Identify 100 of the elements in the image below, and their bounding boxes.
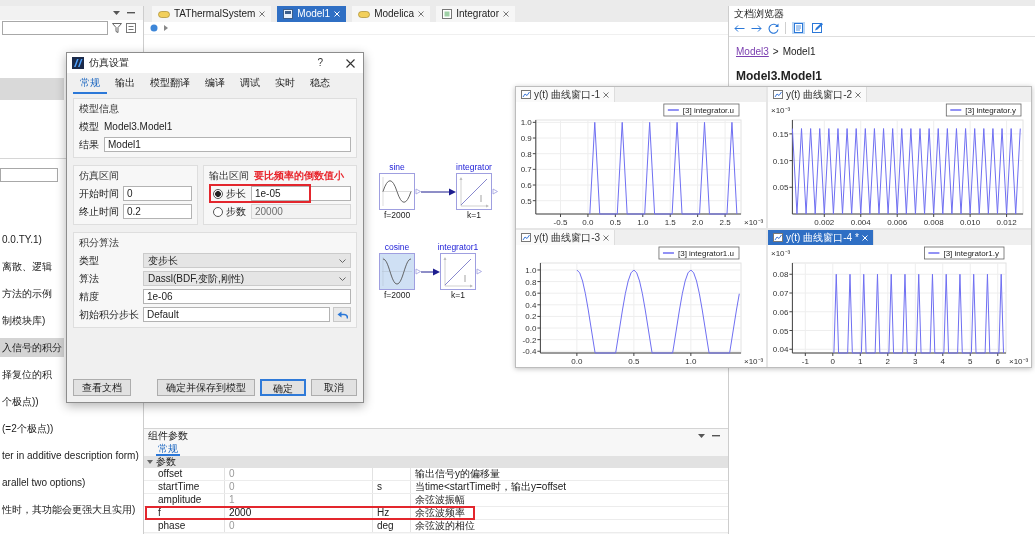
tick-label: 0.4 — [525, 300, 537, 310]
tick-label: 3 — [913, 357, 918, 366]
parameter-value[interactable]: 2000 — [224, 507, 372, 519]
editor-tab[interactable]: Modelica — [352, 6, 431, 22]
text-field[interactable]: 0.2 — [123, 204, 192, 219]
tree-item[interactable]: 个极点)) — [0, 392, 41, 411]
parameter-name: startTime — [157, 481, 201, 493]
tree-item[interactable]: 0.0.TY.1) — [0, 230, 44, 249]
dialog-button[interactable]: 取消 — [311, 379, 357, 396]
tick-label: 0.06 — [772, 307, 789, 317]
text-field[interactable]: 1e-06 — [143, 289, 351, 304]
list-icon[interactable] — [126, 23, 136, 33]
dialog-tab[interactable]: 模型翻译 — [143, 74, 197, 94]
window-icon — [283, 9, 294, 19]
close-icon[interactable] — [346, 58, 355, 68]
tree-item[interactable]: 择复位的积 — [0, 365, 54, 384]
dot-icon[interactable] — [150, 24, 158, 32]
tick-label: 0.008 — [923, 218, 944, 227]
dialog-tab[interactable]: 编译 — [198, 74, 232, 94]
tree-item[interactable]: (=2个极点)) — [0, 419, 56, 438]
tick-label: 0.0 — [571, 357, 583, 366]
square-icon — [442, 9, 453, 19]
chart-icon — [773, 90, 783, 99]
field-label: 算法 — [79, 272, 100, 285]
plot-tab[interactable]: y(t) 曲线窗口-1 — [516, 87, 616, 102]
filter-field[interactable] — [0, 168, 58, 182]
group-header[interactable]: 参数 — [144, 456, 728, 468]
radio-button[interactable] — [213, 206, 223, 217]
tree-item[interactable]: 方法的示例 — [0, 284, 54, 303]
tick-label: -1 — [801, 357, 809, 366]
page-heading: Model3.Model1 — [735, 68, 823, 84]
ramp-icon[interactable] — [456, 173, 498, 210]
dialog-button[interactable]: 确定 — [260, 379, 306, 396]
tree-item[interactable]: 性时，其功能会更强大且实用) — [0, 500, 138, 519]
text-field[interactable]: Model1 — [104, 137, 351, 152]
capsule-icon — [358, 10, 371, 18]
dialog-tab[interactable]: 调试 — [233, 74, 267, 94]
cosine-wave-icon[interactable] — [379, 253, 421, 290]
tick-label: 0.6 — [520, 181, 532, 190]
text-field[interactable]: 1e-05 — [251, 186, 351, 201]
sine-wave-icon[interactable] — [379, 173, 421, 210]
text-field[interactable]: 0 — [123, 186, 192, 201]
back-arrow-icon[interactable] — [734, 23, 745, 33]
block-label: integrator — [456, 162, 493, 173]
edit-icon[interactable] — [811, 22, 824, 34]
dialog-button[interactable]: 确定并保存到模型 — [157, 379, 255, 396]
parameter-unit: Hz — [372, 507, 410, 519]
tree-item[interactable]: 离散、逻辑 — [0, 257, 54, 276]
group-heading: 仿真区间 — [79, 170, 119, 182]
tick-label: 0.6 — [525, 289, 537, 299]
minimize-icon[interactable] — [712, 435, 720, 437]
tree-item[interactable]: arallel two options) — [0, 473, 88, 492]
editor-tab[interactable]: TAThermalSystem — [152, 6, 272, 22]
plot-tab[interactable]: y(t) 曲线窗口-4 * — [768, 230, 874, 245]
breadcrumb-link[interactable]: Model3 — [736, 46, 769, 58]
connection-arrow — [421, 187, 456, 196]
view-docs-button[interactable]: 查看文档 — [73, 379, 131, 396]
field-label: 终止时间 — [79, 205, 120, 218]
capsule-icon — [158, 10, 170, 18]
parameter-name: phase — [157, 520, 187, 532]
plot-tab[interactable]: y(t) 曲线窗口-3 — [516, 230, 616, 245]
legend-label: [3] integrator.u — [682, 106, 734, 115]
page-icon[interactable] — [792, 22, 805, 34]
dropdown-icon[interactable] — [698, 434, 705, 438]
dropdown-icon[interactable] — [113, 11, 120, 15]
forward-arrow-icon[interactable] — [751, 23, 762, 33]
parameter-unit: s — [372, 481, 410, 493]
tree-item[interactable]: ter in additive description form) — [0, 446, 141, 465]
tree-item[interactable]: 入信号的积分 — [0, 338, 64, 357]
editor-tab[interactable]: Model1 — [277, 6, 347, 22]
tree-item[interactable]: 制模块库) — [0, 311, 48, 330]
caret-right-icon[interactable] — [164, 25, 168, 31]
dialog-tab[interactable]: 稳态 — [303, 74, 337, 94]
text-field[interactable]: Default — [143, 307, 330, 322]
group-heading: 输出区间 — [209, 170, 249, 182]
search-field[interactable] — [2, 21, 108, 35]
ramp-icon[interactable] — [440, 253, 482, 290]
field-label: 精度 — [79, 290, 100, 303]
minimize-icon[interactable] — [127, 12, 135, 14]
plot-tab[interactable]: y(t) 曲线窗口-2 — [768, 87, 868, 102]
tick-label: 0.05 — [772, 326, 789, 336]
radio-button[interactable] — [213, 188, 223, 199]
help-button[interactable]: ? — [313, 57, 327, 69]
dropdown-field[interactable]: Dassl(BDF,变阶,刚性) — [143, 271, 351, 286]
tick-label: 0.5 — [628, 357, 640, 366]
dropdown-field[interactable]: 变步长 — [143, 253, 351, 268]
tick-label: 0.8 — [525, 277, 537, 287]
filter-icon[interactable] — [112, 23, 122, 33]
option-label: 步长 — [226, 187, 247, 200]
panel-title: 文档浏览器 — [733, 7, 785, 20]
group-heading: 积分算法 — [79, 237, 119, 249]
dialog-tab[interactable]: 常规 — [73, 74, 107, 94]
dialog-tab[interactable]: 实时 — [268, 74, 302, 94]
tick-label: 0.010 — [960, 218, 981, 227]
editor-tab[interactable]: Integrator — [436, 6, 515, 22]
reset-button[interactable] — [333, 307, 351, 322]
field-label: 结果 — [79, 138, 100, 151]
dialog-tab[interactable]: 输出 — [108, 74, 142, 94]
refresh-icon[interactable] — [768, 22, 779, 34]
tick-label: 0.15 — [772, 129, 789, 139]
